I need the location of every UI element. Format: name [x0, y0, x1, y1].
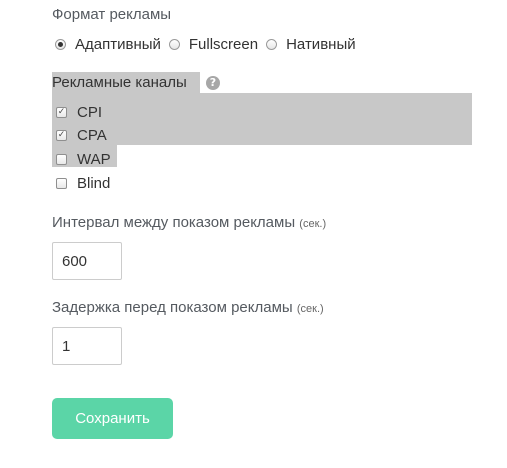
channel-cpa: CPA [56, 124, 107, 146]
help-icon-wrap: ? [200, 72, 220, 93]
checkbox-blind-label[interactable]: Blind [77, 175, 110, 192]
radio-adaptive[interactable] [55, 38, 66, 50]
save-button[interactable]: Сохранить [52, 398, 173, 439]
help-icon[interactable]: ? [206, 75, 220, 90]
delay-input[interactable]: 1 [52, 327, 122, 365]
checkbox-blind[interactable] [56, 177, 67, 189]
interval-label-row: Интервал между показом рекламы (сек.) [52, 214, 326, 231]
checkbox-cpi[interactable] [56, 106, 67, 118]
interval-input[interactable]: 600 [52, 242, 122, 280]
radio-adaptive-label[interactable]: Адаптивный [75, 36, 161, 53]
checkbox-wap[interactable] [56, 153, 67, 165]
ad-channels-title: Рекламные каналы [52, 74, 187, 91]
delay-label-row: Задержка перед показом рекламы (сек.) [52, 299, 324, 316]
interval-unit: (сек.) [299, 218, 327, 230]
radio-native[interactable] [266, 38, 278, 50]
channel-cpi: CPI [56, 101, 102, 123]
channel-blind: Blind [56, 172, 110, 194]
delay-value: 1 [62, 337, 71, 355]
checkbox-cpi-label[interactable]: CPI [77, 104, 102, 121]
selection-highlight [52, 93, 472, 145]
radio-fullscreen-label[interactable]: Fullscreen [189, 36, 258, 53]
interval-value: 600 [62, 252, 88, 270]
save-button-label: Сохранить [75, 410, 150, 427]
checkbox-cpa-label[interactable]: CPA [77, 127, 107, 144]
radio-fullscreen[interactable] [168, 38, 180, 50]
channel-wap: WAP [56, 148, 111, 170]
ad-channels-title-row: Рекламные каналы [52, 72, 200, 93]
ad-format-title: Формат рекламы [52, 6, 172, 23]
checkbox-wap-label[interactable]: WAP [77, 151, 111, 168]
radio-native-label[interactable]: Нативный [286, 36, 356, 53]
delay-unit: (сек.) [296, 303, 324, 315]
checkbox-cpa[interactable] [56, 129, 67, 141]
ad-format-radio-group: Адаптивный Fullscreen Нативный [55, 34, 364, 54]
delay-label: Задержка перед показом рекламы [52, 299, 293, 316]
interval-label: Интервал между показом рекламы [52, 214, 296, 231]
